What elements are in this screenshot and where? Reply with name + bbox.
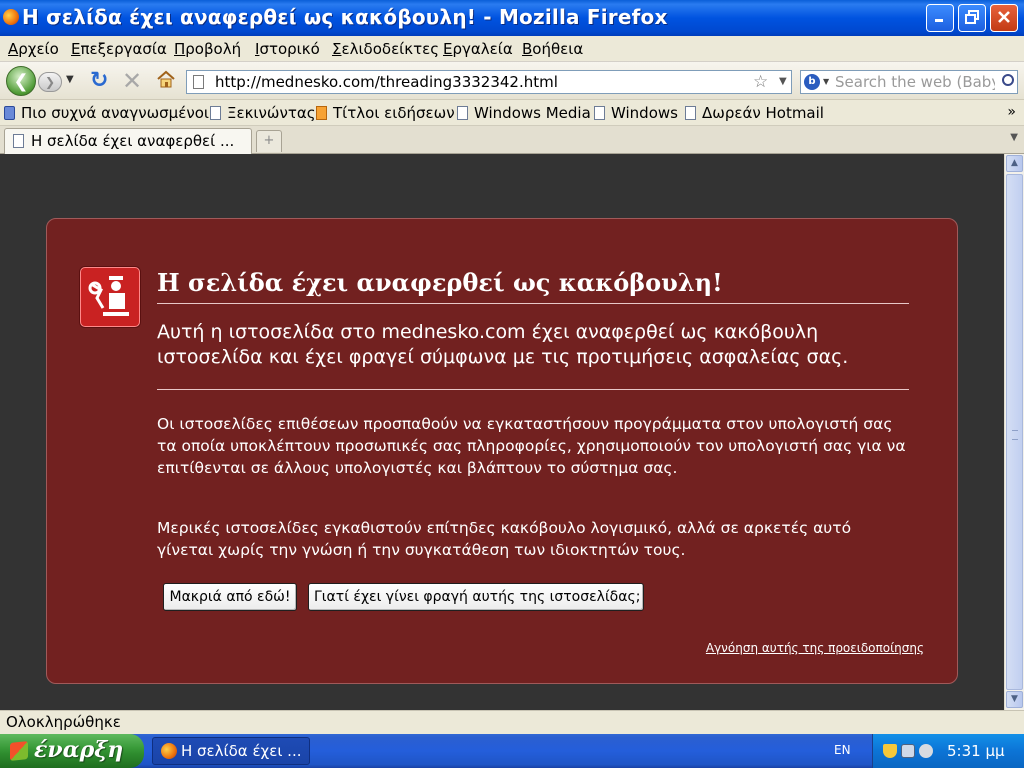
- system-tray: 5:31 μμ: [872, 734, 1024, 768]
- bookmark-label: Ξεκινώντας: [227, 104, 316, 122]
- close-button[interactable]: [990, 4, 1018, 32]
- bookmark-free-hotmail[interactable]: Δωρεάν Hotmail: [685, 104, 824, 122]
- firefox-icon: [161, 743, 177, 759]
- divider: [157, 389, 909, 390]
- search-engine-dropdown-icon[interactable]: ▼: [823, 77, 829, 86]
- firefox-icon[interactable]: [3, 9, 19, 25]
- page-viewport: Η σελίδα έχει αναφερθεί ως κακόβουλη! Αυ…: [0, 154, 1004, 710]
- status-text: Ολοκληρώθηκε: [6, 713, 121, 731]
- start-label: έναρξη: [34, 737, 124, 763]
- warning-short-description: Αυτή η ιστοσελίδα στο mednesko.com έχει …: [157, 321, 849, 368]
- back-button[interactable]: ❮: [6, 66, 36, 96]
- security-shield-icon[interactable]: [883, 744, 897, 758]
- history-dropdown-icon[interactable]: ▼: [66, 74, 74, 85]
- window-title: Η σελίδα έχει αναφερθεί ως κακόβουλη! - …: [22, 5, 668, 29]
- clock[interactable]: 5:31 μμ: [947, 742, 1005, 760]
- menu-view[interactable]: Προβολή: [174, 40, 241, 58]
- tab-label: Η σελίδα έχει αναφερθεί ...: [31, 132, 235, 150]
- bookmark-label: Windows Media: [474, 104, 591, 122]
- warning-title: Η σελίδα έχει αναφερθεί ως κακόβουλη!: [157, 268, 909, 304]
- guard-shield-icon: [80, 267, 140, 327]
- bookmark-getting-started[interactable]: Ξεκινώντας: [210, 104, 316, 122]
- menu-bookmarks[interactable]: Σελιδοδείκτες: [332, 40, 439, 58]
- menu-help[interactable]: Βοήθεια: [522, 40, 583, 58]
- bookmark-label: Windows: [611, 104, 678, 122]
- windows-flag-icon: [10, 741, 28, 761]
- back-icon: ❮: [13, 70, 29, 92]
- minimize-icon: [934, 10, 946, 26]
- bookmarks-toolbar: Πιο συχνά αναγνωσμένοι Ξεκινώντας Τίτλοι…: [0, 100, 1024, 126]
- warning-long-description: Οι ιστοσελίδες επιθέσεων προσπαθούν να ε…: [157, 415, 906, 477]
- close-icon: [997, 10, 1011, 27]
- bookmark-most-visited[interactable]: Πιο συχνά αναγνωσμένοι: [4, 104, 209, 122]
- url-input[interactable]: [215, 72, 745, 92]
- taskbar: έναρξη Η σελίδα έχει ... EN 5:31 μμ: [0, 734, 1024, 768]
- smart-folder-icon: [4, 106, 15, 120]
- url-bar[interactable]: ☆ ▼: [186, 70, 792, 94]
- network-icon[interactable]: [901, 744, 915, 758]
- tab-strip: Η σελίδα έχει αναφερθεί ... + ▼: [0, 126, 1024, 154]
- bookmark-news-headlines[interactable]: Τίτλοι ειδήσεων: [316, 104, 455, 122]
- bookmark-windows[interactable]: Windows: [594, 104, 678, 122]
- search-bar[interactable]: b ▼: [800, 70, 1018, 94]
- reload-icon[interactable]: ↻: [90, 68, 108, 93]
- page-icon: [13, 134, 24, 148]
- title-bar[interactable]: Η σελίδα έχει αναφερθεί ως κακόβουλη! - …: [0, 0, 1024, 36]
- start-button[interactable]: έναρξη: [0, 734, 144, 768]
- menu-tools[interactable]: Εργαλεία: [443, 40, 513, 58]
- magnifier-icon[interactable]: [1002, 74, 1014, 86]
- stop-icon[interactable]: ✕: [122, 67, 142, 95]
- bookmark-windows-media[interactable]: Windows Media: [457, 104, 591, 122]
- menu-edit[interactable]: Επεξεργασία: [71, 40, 167, 58]
- menu-bar: Αρχείο Επεξεργασία Προβολή Ιστορικό Σελι…: [0, 36, 1024, 62]
- status-bar: Ολοκληρώθηκε: [0, 710, 1024, 734]
- search-input[interactable]: [835, 72, 995, 92]
- why-blocked-button[interactable]: Γιατί έχει γίνει φραγή αυτής της ιστοσελ…: [308, 583, 644, 611]
- vertical-scrollbar[interactable]: ▲ ▼: [1004, 154, 1024, 710]
- scroll-thumb[interactable]: [1006, 174, 1023, 690]
- forward-icon: ❯: [44, 75, 56, 89]
- menu-file[interactable]: Αρχείο: [8, 40, 59, 58]
- navigation-toolbar: ❮ ❯ ▼ ↻ ✕ ☆ ▼ b ▼: [0, 62, 1024, 100]
- bookmark-label: Τίτλοι ειδήσεων: [333, 104, 455, 122]
- page-icon: [594, 106, 605, 120]
- page-icon: [210, 106, 221, 120]
- bookmark-label: Πιο συχνά αναγνωσμένοι: [21, 104, 209, 122]
- ignore-warning-link[interactable]: Αγνόηση αυτής της προειδοποίησης: [706, 641, 924, 655]
- star-icon[interactable]: ☆: [753, 72, 768, 92]
- menu-history[interactable]: Ιστορικό: [255, 40, 320, 58]
- language-indicator[interactable]: EN: [834, 743, 851, 757]
- tab-list-dropdown-icon[interactable]: ▼: [1010, 132, 1018, 143]
- scroll-up-icon[interactable]: ▲: [1006, 155, 1023, 172]
- volume-icon[interactable]: [919, 744, 933, 758]
- minimize-button[interactable]: [926, 4, 954, 32]
- new-tab-button[interactable]: +: [256, 130, 282, 152]
- rss-icon: [316, 106, 327, 120]
- scroll-grip: [1012, 430, 1018, 440]
- get-me-out-button[interactable]: Μακριά από εδώ!: [163, 583, 297, 611]
- tab-active[interactable]: Η σελίδα έχει αναφερθεί ...: [4, 128, 252, 154]
- maximize-icon: [965, 9, 979, 27]
- forward-button[interactable]: ❯: [38, 72, 62, 92]
- warning-long-description-2: Μερικές ιστοσελίδες εγκαθιστούν επίτηδες…: [157, 519, 852, 559]
- search-engine-icon[interactable]: b: [804, 74, 820, 90]
- bookmarks-overflow-icon[interactable]: »: [1007, 104, 1016, 120]
- page-icon: [685, 106, 696, 120]
- taskbar-button-label: Η σελίδα έχει ...: [181, 742, 302, 760]
- page-icon: [193, 75, 204, 89]
- url-dropdown-icon[interactable]: ▼: [779, 76, 787, 87]
- taskbar-firefox-button[interactable]: Η σελίδα έχει ...: [152, 737, 310, 765]
- home-icon[interactable]: [156, 70, 176, 88]
- maximize-button[interactable]: [958, 4, 986, 32]
- malware-warning-panel: Η σελίδα έχει αναφερθεί ως κακόβουλη! Αυ…: [46, 218, 958, 684]
- scroll-down-icon[interactable]: ▼: [1006, 691, 1023, 708]
- page-icon: [457, 106, 468, 120]
- bookmark-label: Δωρεάν Hotmail: [702, 104, 824, 122]
